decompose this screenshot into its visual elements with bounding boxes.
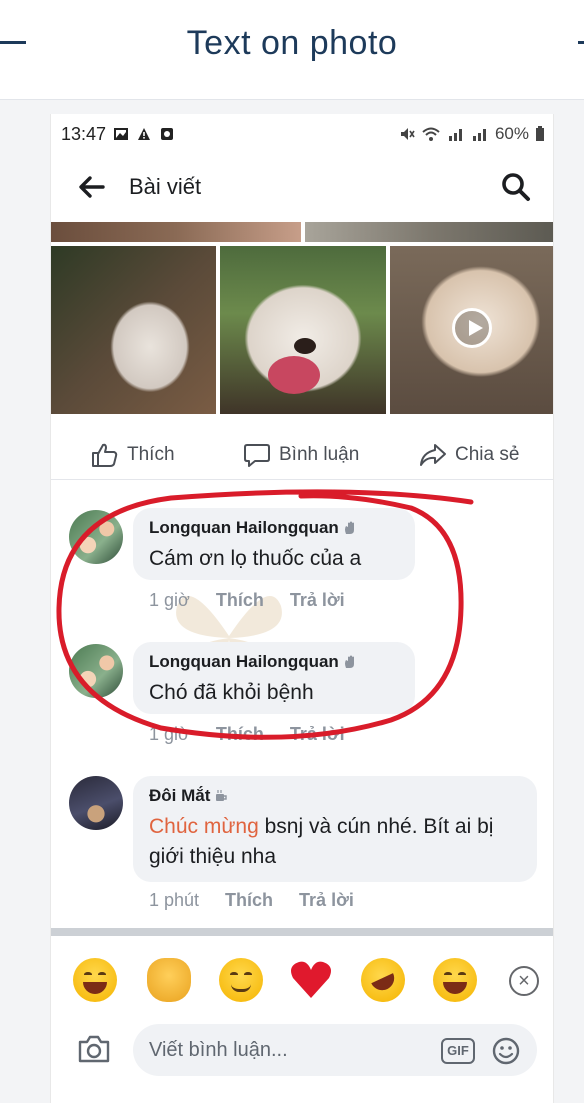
media-icon — [161, 128, 174, 140]
share-arrow-icon — [420, 444, 446, 466]
post-action-bar: Thích Bình luận Chia sẻ — [51, 430, 553, 480]
battery-icon — [536, 126, 544, 141]
avatar[interactable] — [69, 644, 123, 698]
comment-author[interactable]: Đôi Mắt — [149, 786, 521, 806]
grinning-face-icon[interactable] — [73, 958, 117, 1002]
dog-photo-1[interactable] — [51, 246, 217, 414]
photo-grid — [51, 246, 553, 414]
comment-text: Cám ơn lọ thuốc của a — [149, 547, 362, 570]
comment-time: 1 giờ — [149, 590, 190, 610]
comment-time: 1 giờ — [149, 724, 190, 744]
comment-like-link[interactable]: Thích — [225, 890, 273, 911]
signal-2-icon — [472, 129, 486, 141]
comment-label: Bình luận — [279, 444, 360, 465]
red-heart-icon[interactable] — [289, 958, 333, 1002]
comment-meta: 1 giờ Thích Trả lời — [149, 590, 345, 611]
thumbs-up-icon — [92, 443, 118, 467]
comment-composer: GIF — [51, 1018, 553, 1082]
like-button[interactable]: Thích — [91, 442, 175, 468]
comment-bubble: Longquan Hailongquan Cám ơn lọ thuốc của… — [133, 508, 415, 580]
dog-tongue — [268, 356, 321, 394]
battery-level: 60% — [494, 124, 529, 143]
comment-like-link[interactable]: Thích — [216, 590, 264, 611]
avatar[interactable] — [69, 776, 123, 830]
app-title: Text on photo — [186, 24, 398, 62]
section-divider — [51, 928, 553, 936]
dog-nose — [294, 338, 317, 354]
comment-button[interactable]: Bình luận — [243, 442, 359, 468]
avatar[interactable] — [69, 510, 123, 564]
comment-meta: 1 phút Thích Trả lời — [149, 890, 354, 911]
warning-icon — [138, 128, 151, 140]
comment-bubble: Đôi Mắt Chúc mừng bsnj và cún nhé. Bít a… — [133, 776, 537, 882]
tears-of-joy-face-icon[interactable] — [433, 958, 477, 1002]
comment-meta: 1 giờ Thích Trả lời — [149, 724, 345, 745]
status-time: 13:47 — [61, 123, 107, 144]
clapping-hands-icon[interactable] — [147, 958, 191, 1002]
share-label: Chia sẻ — [455, 444, 520, 465]
comment-bubble-icon — [244, 444, 270, 467]
app-header: Text on photo — [0, 0, 584, 100]
coffee-cup-icon — [216, 790, 228, 801]
search-icon[interactable] — [501, 172, 531, 202]
page-title: Bài viết — [129, 174, 202, 199]
dog-video-thumbnail[interactable] — [389, 246, 553, 414]
back-arrow-icon[interactable] — [77, 174, 105, 200]
comment-text: Chó đã khỏi bệnh — [149, 681, 314, 704]
comment-text: Chúc mừng bsnj và cún nhé. Bít ai bị giớ… — [149, 812, 521, 872]
image-icon — [114, 128, 129, 140]
photo-row-top — [51, 222, 553, 242]
status-bar: 13:47 60% — [51, 114, 553, 154]
gif-button[interactable]: GIF — [441, 1038, 475, 1064]
waving-hand-icon — [344, 655, 354, 668]
quick-reaction-bar: × — [51, 950, 553, 1010]
wifi-icon — [422, 127, 440, 141]
comment-bubble: Longquan Hailongquan Chó đã khỏi bệnh — [133, 642, 415, 714]
emoji-picker-icon[interactable] — [491, 1036, 521, 1066]
comment-input[interactable] — [133, 1024, 537, 1076]
rolling-laughing-face-icon[interactable] — [353, 950, 413, 1010]
comment-author[interactable]: Longquan Hailongquan — [149, 518, 399, 538]
comment-time: 1 phút — [149, 890, 200, 910]
close-reactions-icon[interactable]: × — [509, 966, 539, 996]
comment-reply-link[interactable]: Trả lời — [299, 890, 354, 911]
photo-top-left[interactable] — [51, 222, 301, 242]
camera-icon[interactable] — [77, 1034, 111, 1064]
smiling-face-icon[interactable] — [219, 958, 263, 1002]
comment-reply-link[interactable]: Trả lời — [290, 590, 345, 611]
comment-author[interactable]: Longquan Hailongquan — [149, 652, 399, 672]
dog-photo-2[interactable] — [220, 246, 386, 414]
signal-1-icon — [448, 129, 462, 141]
share-button[interactable]: Chia sẻ — [419, 442, 519, 468]
phone-screenshot: 13:47 60% Bài viết Thích Bình luận Chia … — [50, 114, 554, 1103]
comment-like-link[interactable]: Thích — [216, 724, 264, 745]
mute-icon — [400, 128, 415, 140]
waving-hand-icon — [344, 521, 354, 534]
comment-reply-link[interactable]: Trả lời — [290, 724, 345, 745]
header-edge-icon — [578, 41, 584, 44]
like-label: Thích — [127, 444, 175, 465]
mention-highlight[interactable]: Chúc mừng — [149, 815, 259, 838]
photo-top-right[interactable] — [305, 222, 553, 242]
post-navbar: Bài viết — [51, 160, 553, 214]
play-icon[interactable] — [451, 308, 492, 348]
